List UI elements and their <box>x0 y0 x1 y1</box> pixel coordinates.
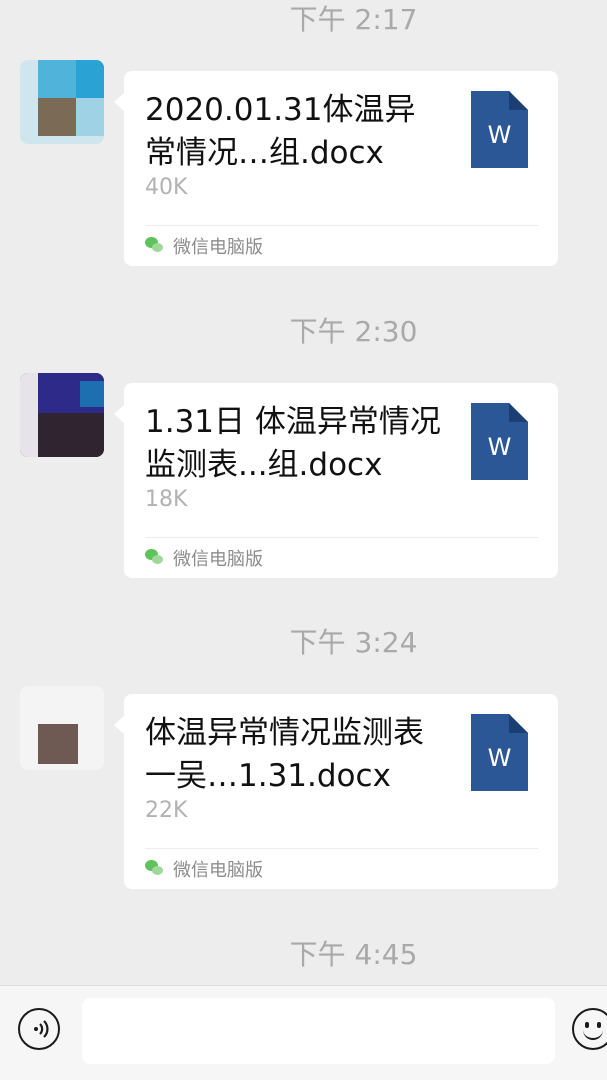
wechat-icon <box>145 549 165 567</box>
word-doc-icon: W <box>471 91 528 168</box>
wechat-icon <box>145 860 165 878</box>
avatar[interactable] <box>20 686 104 770</box>
avatar[interactable] <box>20 373 104 457</box>
divider <box>145 537 538 538</box>
word-doc-icon: W <box>471 403 528 480</box>
divider <box>145 848 538 849</box>
source-text: 微信电脑版 <box>173 860 263 881</box>
source-label: 微信电脑版 <box>145 545 263 571</box>
source-text: 微信电脑版 <box>173 237 263 258</box>
word-doc-letter: W <box>487 744 512 772</box>
word-doc-icon: W <box>471 714 528 791</box>
file-size: 22K <box>145 798 188 823</box>
file-message-bubble[interactable]: 体温异常情况监测表一吴…1.31.docx 22K W 微信电脑版 <box>114 694 558 889</box>
message-timestamp: 下午 2:30 <box>289 315 418 348</box>
word-doc-letter: W <box>487 121 512 149</box>
file-name: 体温异常情况监测表一吴…1.31.docx <box>145 715 424 794</box>
word-doc-letter: W <box>487 433 512 461</box>
emoji-mouth <box>583 1028 603 1040</box>
file-message-bubble[interactable]: 1.31日 体温异常情况监测表...组.docx 18K W 微信电脑版 <box>114 383 558 578</box>
file-size: 40K <box>145 175 188 200</box>
message-input[interactable] <box>82 998 555 1064</box>
message-timestamp: 下午 4:45 <box>289 938 418 971</box>
message-timestamp: 下午 2:17 <box>289 3 418 36</box>
file-size: 18K <box>145 487 188 512</box>
chat-message-list[interactable]: 下午 2:17 2020.01.31体温异常情况…组.docx 40K W 微信… <box>0 0 607 985</box>
message-timestamp: 下午 3:24 <box>289 626 418 659</box>
voice-icon[interactable] <box>18 1008 60 1050</box>
wechat-icon <box>145 237 165 255</box>
source-label: 微信电脑版 <box>145 233 263 259</box>
source-label: 微信电脑版 <box>145 856 263 882</box>
file-message-bubble[interactable]: 2020.01.31体温异常情况…组.docx 40K W 微信电脑版 <box>114 71 558 266</box>
file-name: 1.31日 体温异常情况监测表...组.docx <box>145 404 441 483</box>
emoji-icon[interactable] <box>572 1008 607 1050</box>
avatar[interactable] <box>20 60 104 144</box>
source-text: 微信电脑版 <box>173 549 263 570</box>
input-bar <box>0 985 607 1080</box>
file-name: 2020.01.31体温异常情况…组.docx <box>145 92 416 171</box>
divider <box>145 225 538 226</box>
